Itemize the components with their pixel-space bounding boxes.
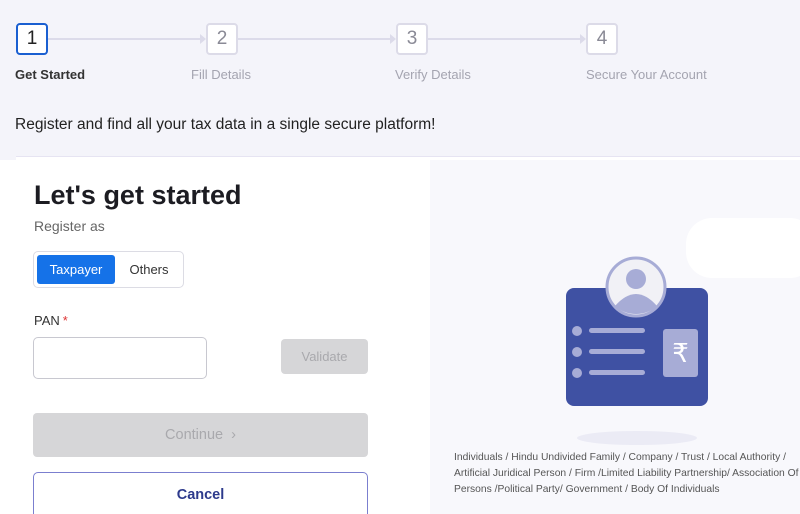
step-connector bbox=[48, 34, 206, 44]
text-line bbox=[589, 370, 645, 375]
step-number: 3 bbox=[406, 28, 418, 49]
continue-label: Continue bbox=[165, 427, 224, 443]
step-connector bbox=[428, 34, 586, 44]
rupee-icon: ₹ bbox=[672, 339, 689, 369]
bullet bbox=[572, 326, 582, 336]
step-1-indicator: 1 bbox=[16, 23, 48, 55]
pan-label: PAN * bbox=[34, 313, 68, 328]
others-option[interactable]: Others bbox=[116, 255, 182, 284]
entity-types-description: Individuals / Hindu Undivided Family / C… bbox=[454, 452, 799, 495]
validate-button[interactable]: Validate bbox=[281, 339, 368, 374]
id-card-rupee-icon: ₹ bbox=[566, 256, 708, 445]
step-3-label: Verify Details bbox=[395, 67, 471, 82]
step-4-label: Secure Your Account bbox=[586, 67, 707, 82]
step-connector bbox=[238, 34, 396, 44]
step-2-indicator: 2 bbox=[206, 23, 238, 55]
bullet bbox=[572, 347, 582, 357]
step-2-label: Fill Details bbox=[191, 67, 251, 82]
bullet bbox=[572, 368, 582, 378]
step-3-indicator: 3 bbox=[396, 23, 428, 55]
text-line bbox=[589, 328, 645, 333]
pan-label-text: PAN bbox=[34, 313, 60, 328]
step-number: 1 bbox=[26, 28, 38, 49]
pan-input[interactable] bbox=[33, 337, 207, 379]
text-line bbox=[589, 349, 645, 354]
step-number: 2 bbox=[216, 28, 228, 49]
step-4-indicator: 4 bbox=[586, 23, 618, 55]
avatar-head bbox=[626, 269, 646, 289]
progress-stepper: 1 2 3 4 Get Started Fill Details Verify … bbox=[0, 0, 800, 100]
step-1-label: Get Started bbox=[15, 67, 86, 82]
tagline: Register and find all your tax data in a… bbox=[15, 116, 436, 133]
step-number: 4 bbox=[596, 28, 608, 49]
page-title: Let's get started bbox=[34, 180, 242, 210]
cancel-button[interactable]: Cancel bbox=[33, 472, 368, 514]
register-as-label: Register as bbox=[34, 218, 105, 234]
taxpayer-option[interactable]: Taxpayer bbox=[37, 255, 115, 284]
required-asterisk: * bbox=[62, 313, 68, 328]
register-type-toggle: Taxpayer Others bbox=[33, 251, 184, 288]
shadow-ellipse bbox=[577, 431, 697, 445]
continue-button[interactable]: Continue › bbox=[33, 413, 368, 457]
chevron-right-icon: › bbox=[231, 427, 236, 443]
